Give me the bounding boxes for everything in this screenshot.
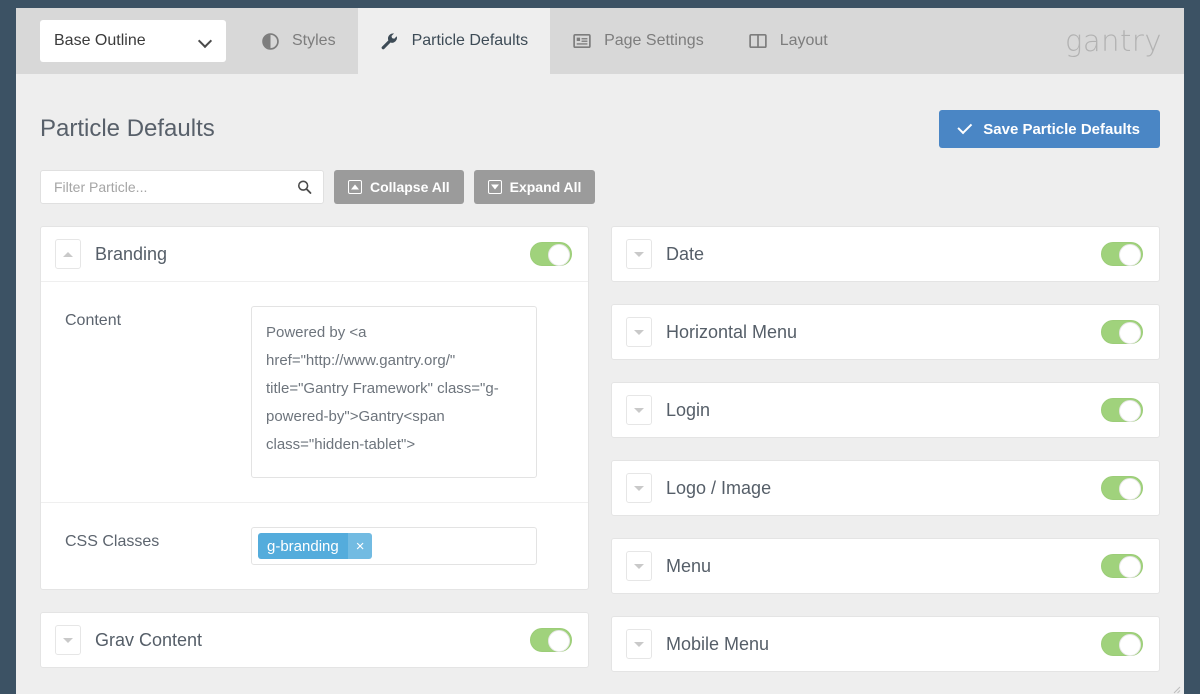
wrench-icon (380, 31, 400, 51)
particle-card-branding: Branding Content Powered by <a href="htt… (40, 226, 589, 590)
particle-card-menu-title: Menu (666, 556, 1101, 577)
particle-card-logo-image-header[interactable]: Logo / Image (612, 461, 1159, 515)
particle-card-mobile-menu-title: Mobile Menu (666, 634, 1101, 655)
particle-card-mobile-menu: Mobile Menu (611, 616, 1160, 672)
particle-card-menu: Menu (611, 538, 1160, 594)
field-content-label: Content (65, 306, 235, 330)
particle-toggle-grav-content[interactable] (530, 628, 572, 652)
caret-down-icon[interactable] (626, 317, 652, 347)
particle-card-login-header[interactable]: Login (612, 383, 1159, 437)
particle-card-horizontal-menu-title: Horizontal Menu (666, 322, 1101, 343)
particle-toggle-branding[interactable] (530, 242, 572, 266)
save-particle-defaults-button[interactable]: Save Particle Defaults (939, 110, 1160, 148)
columns-layout-icon (748, 31, 768, 51)
filter-particle-field[interactable] (40, 170, 324, 204)
particle-card-menu-header[interactable]: Menu (612, 539, 1159, 593)
particle-card-logo-image: Logo / Image (611, 460, 1160, 516)
particle-card-date: Date (611, 226, 1160, 282)
caret-down-icon[interactable] (55, 625, 81, 655)
particle-toggle-mobile-menu[interactable] (1101, 632, 1143, 656)
particle-toolbar: Collapse All Expand All (16, 148, 1184, 204)
outline-selector-value: Base Outline (54, 32, 146, 50)
check-icon (958, 119, 973, 134)
particle-card-login: Login (611, 382, 1160, 438)
caret-down-icon[interactable] (626, 551, 652, 581)
collapse-all-button[interactable]: Collapse All (334, 170, 464, 204)
particle-card-grav-content-title: Grav Content (95, 630, 530, 651)
chevron-down-icon (199, 35, 212, 48)
caret-down-icon[interactable] (626, 629, 652, 659)
css-classes-input[interactable]: g-branding × (251, 527, 537, 565)
tab-page-settings-label: Page Settings (604, 32, 704, 50)
tab-layout-label: Layout (780, 32, 828, 50)
field-content: Content Powered by <a href="http://www.g… (41, 282, 588, 502)
textarea-resize-handle[interactable] (1171, 681, 1181, 691)
particle-card-branding-body: Content Powered by <a href="http://www.g… (41, 281, 588, 589)
particle-toggle-horizontal-menu[interactable] (1101, 320, 1143, 344)
field-css-classes-label: CSS Classes (65, 527, 235, 551)
collapse-all-label: Collapse All (370, 179, 450, 195)
tab-layout[interactable]: Layout (726, 8, 850, 74)
tab-styles[interactable]: Styles (238, 8, 358, 74)
app-window: Base Outline Styles Part (16, 8, 1184, 694)
caret-up-icon[interactable] (55, 239, 81, 269)
tag-label: g-branding (258, 538, 348, 555)
field-css-classes: CSS Classes g-branding × (41, 502, 588, 589)
search-input[interactable] (41, 171, 323, 203)
gantry-logo: gantry (1065, 24, 1162, 58)
particles-columns: Branding Content Powered by <a href="htt… (16, 204, 1184, 694)
right-column: Date Horizontal Menu Login (611, 226, 1160, 694)
tab-styles-label: Styles (292, 32, 336, 50)
particle-card-grav-content: Grav Content (40, 612, 589, 668)
page-header: Particle Defaults Save Particle Defaults (16, 74, 1184, 148)
tab-page-settings[interactable]: Page Settings (550, 8, 726, 74)
particle-card-horizontal-menu-header[interactable]: Horizontal Menu (612, 305, 1159, 359)
particle-card-date-title: Date (666, 244, 1101, 265)
particle-card-date-header[interactable]: Date (612, 227, 1159, 281)
particle-card-login-title: Login (666, 400, 1101, 421)
search-icon (297, 180, 312, 195)
page-title: Particle Defaults (40, 115, 215, 143)
list-document-icon (572, 31, 592, 51)
caret-down-icon[interactable] (626, 395, 652, 425)
particle-toggle-login[interactable] (1101, 398, 1143, 422)
collapse-square-icon (348, 180, 362, 194)
main-tabs: Styles Particle Defaults (238, 8, 850, 74)
expand-square-icon (488, 180, 502, 194)
save-button-label: Save Particle Defaults (983, 121, 1140, 138)
particle-toggle-logo-image[interactable] (1101, 476, 1143, 500)
particle-toggle-date[interactable] (1101, 242, 1143, 266)
tag-item[interactable]: g-branding × (258, 533, 372, 559)
particle-card-branding-title: Branding (95, 244, 530, 265)
outline-selector[interactable]: Base Outline (40, 20, 226, 62)
tab-particle-defaults[interactable]: Particle Defaults (358, 8, 551, 74)
top-navigation-bar: Base Outline Styles Part (16, 8, 1184, 74)
left-column: Branding Content Powered by <a href="htt… (40, 226, 589, 690)
expand-all-button[interactable]: Expand All (474, 170, 596, 204)
particle-card-horizontal-menu: Horizontal Menu (611, 304, 1160, 360)
tab-particle-defaults-label: Particle Defaults (412, 32, 529, 50)
particle-card-mobile-menu-header[interactable]: Mobile Menu (612, 617, 1159, 671)
close-icon[interactable]: × (348, 533, 373, 559)
caret-down-icon[interactable] (626, 473, 652, 503)
particle-card-logo-image-title: Logo / Image (666, 478, 1101, 499)
particle-toggle-menu[interactable] (1101, 554, 1143, 578)
caret-down-icon[interactable] (626, 239, 652, 269)
expand-all-label: Expand All (510, 179, 582, 195)
content-textarea[interactable]: Powered by <a href="http://www.gantry.or… (251, 306, 537, 478)
particle-card-branding-header[interactable]: Branding (41, 227, 588, 281)
contrast-circle-icon (260, 31, 280, 51)
particle-card-grav-content-header[interactable]: Grav Content (41, 613, 588, 667)
